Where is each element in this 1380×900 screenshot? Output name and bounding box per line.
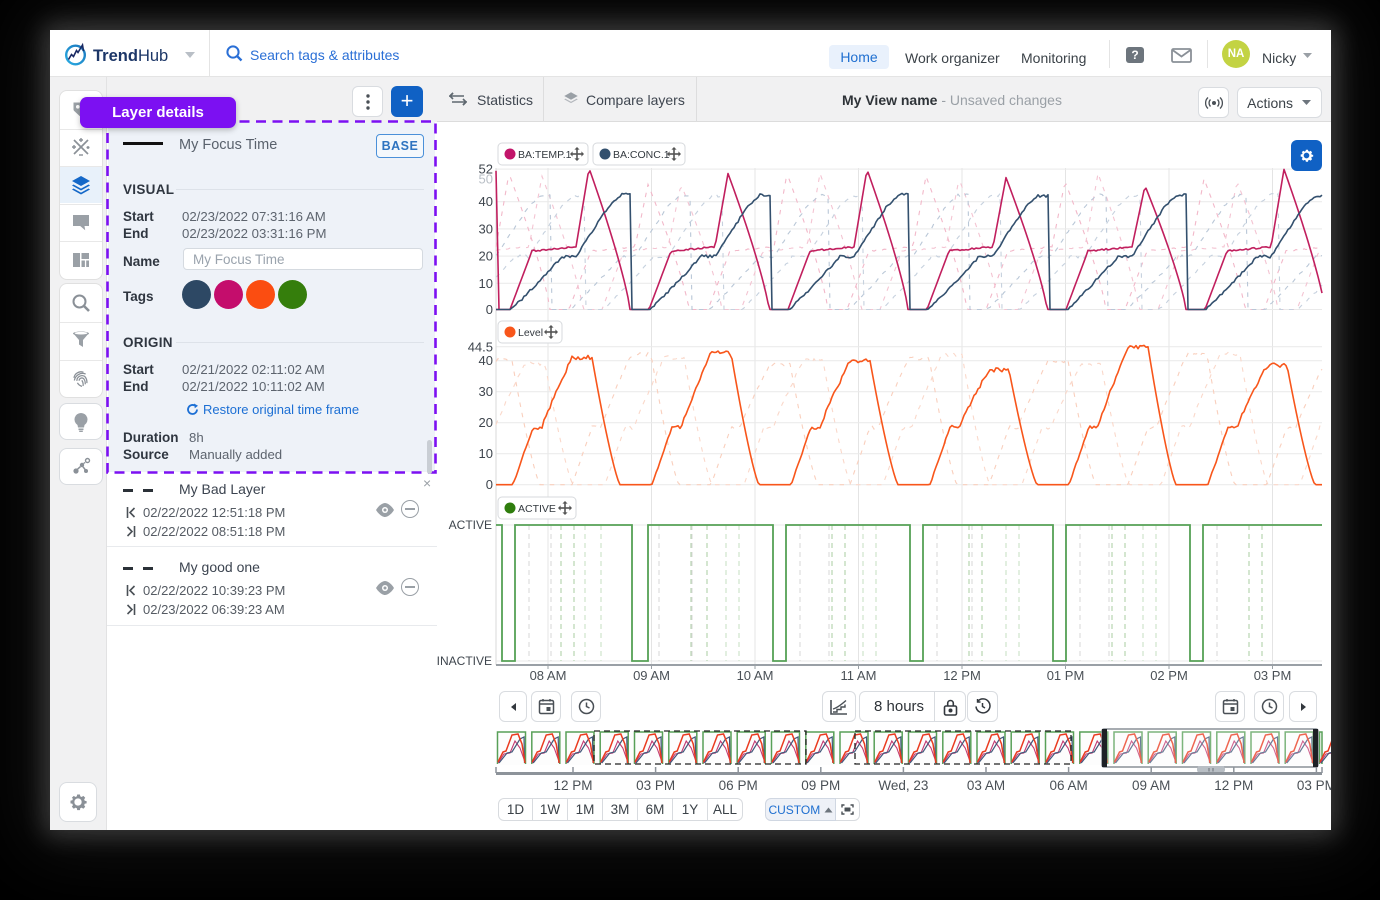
svg-text:10: 10 xyxy=(479,446,493,461)
svg-text:11 AM: 11 AM xyxy=(841,668,877,683)
svg-text:12 PM: 12 PM xyxy=(553,778,592,793)
svg-text:ACTIVE: ACTIVE xyxy=(518,503,556,515)
svg-text:0: 0 xyxy=(486,302,493,317)
svg-text:12 PM: 12 PM xyxy=(943,668,981,683)
svg-text:01 PM: 01 PM xyxy=(1047,668,1085,683)
svg-text:20: 20 xyxy=(479,415,493,430)
svg-text:40: 40 xyxy=(479,353,493,368)
svg-text:03 PM: 03 PM xyxy=(1297,778,1331,793)
svg-text:03 PM: 03 PM xyxy=(636,778,675,793)
svg-text:BA:CONC.1: BA:CONC.1 xyxy=(613,149,670,161)
svg-text:Wed, 23: Wed, 23 xyxy=(878,778,928,793)
svg-text:44.5: 44.5 xyxy=(468,339,493,354)
svg-text:03 PM: 03 PM xyxy=(1254,668,1292,683)
svg-text:INACTIVE: INACTIVE xyxy=(437,654,492,668)
svg-text:30: 30 xyxy=(479,384,493,399)
svg-text:03 AM: 03 AM xyxy=(967,778,1005,793)
svg-text:12 PM: 12 PM xyxy=(1214,778,1253,793)
svg-text:Level: Level xyxy=(518,327,543,339)
svg-text:08 AM: 08 AM xyxy=(530,668,567,683)
svg-text:10 AM: 10 AM xyxy=(737,668,774,683)
svg-text:50: 50 xyxy=(479,172,493,187)
svg-text:09 PM: 09 PM xyxy=(801,778,840,793)
svg-text:30: 30 xyxy=(479,221,493,236)
svg-text:09 AM: 09 AM xyxy=(633,668,670,683)
svg-text:06 PM: 06 PM xyxy=(719,778,758,793)
svg-text:ACTIVE: ACTIVE xyxy=(449,518,492,532)
svg-text:40: 40 xyxy=(479,194,493,209)
svg-text:09 AM: 09 AM xyxy=(1132,778,1170,793)
svg-text:10: 10 xyxy=(479,276,493,291)
svg-text:0: 0 xyxy=(486,477,493,492)
svg-text:20: 20 xyxy=(479,249,493,264)
svg-text:BA:TEMP.1: BA:TEMP.1 xyxy=(518,149,572,161)
svg-text:02 PM: 02 PM xyxy=(1150,668,1188,683)
svg-text:06 AM: 06 AM xyxy=(1049,778,1087,793)
